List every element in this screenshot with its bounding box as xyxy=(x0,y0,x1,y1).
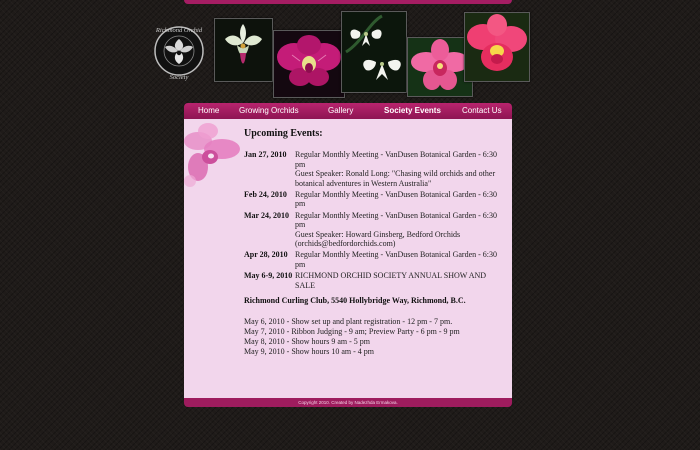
schedule-line: May 9, 2010 - Show hours 10 am - 4 pm xyxy=(244,347,374,356)
main-navigation: Home Growing Orchids Gallery Society Eve… xyxy=(184,103,512,119)
logo-title-lettering: Richmond Orchid xyxy=(155,27,203,34)
event-item: Jan 27, 2010 Regular Monthly Meeting - V… xyxy=(244,150,506,188)
events-list: Jan 27, 2010 Regular Monthly Meeting - V… xyxy=(244,150,506,292)
event-item: Apr 28, 2010 Regular Monthly Meeting - V… xyxy=(244,250,506,269)
schedule-line: May 8, 2010 - Show hours 9 am - 5 pm xyxy=(244,337,370,346)
event-guest-speaker: Guest Speaker: Ronald Long: "Chasing wil… xyxy=(295,169,496,188)
event-description: Regular Monthly Meeting - VanDusen Botan… xyxy=(295,150,498,169)
orchid-photo-white-egret xyxy=(341,11,407,93)
event-description: Regular Monthly Meeting - VanDusen Botan… xyxy=(295,250,498,270)
event-date: Jan 27, 2010 xyxy=(244,150,287,159)
event-description: Regular Monthly Meeting - VanDusen Botan… xyxy=(295,189,498,209)
orchid-photo-magenta xyxy=(273,30,345,98)
nav-contact-us[interactable]: Contact Us xyxy=(462,103,502,119)
event-item: Mar 24, 2010 Regular Monthly Meeting - V… xyxy=(244,211,506,249)
nav-growing-orchids[interactable]: Growing Orchids xyxy=(239,103,299,119)
event-date: May 6-9, 2010 xyxy=(244,271,293,281)
logo-subtitle-lettering: Society xyxy=(170,74,189,81)
top-accent-bar xyxy=(184,0,512,4)
event-date: Feb 24, 2010 xyxy=(244,189,287,199)
footer-copyright: Copyright 2010. Created by Nadezhda Erma… xyxy=(184,398,512,407)
orchid-photo-red-pink xyxy=(464,12,530,82)
nav-society-events[interactable]: Society Events xyxy=(384,103,441,119)
orchid-photo-white xyxy=(214,18,273,82)
nav-gallery[interactable]: Gallery xyxy=(328,103,353,119)
page-heading: Upcoming Events: xyxy=(244,128,323,139)
nav-home[interactable]: Home xyxy=(198,103,219,119)
show-schedule: May 6, 2010 - Show set up and plant regi… xyxy=(244,317,460,357)
orchid-decoration-icon xyxy=(184,123,242,189)
event-description: Regular Monthly Meeting - VanDusen Botan… xyxy=(295,210,498,230)
event-description: RICHMOND ORCHID SOCIETY ANNUAL SHOW AND … xyxy=(295,271,487,290)
schedule-line: May 7, 2010 - Ribbon Judging - 9 am; Pre… xyxy=(244,327,460,336)
event-date: Mar 24, 2010 xyxy=(244,210,289,220)
event-date: Apr 28, 2010 xyxy=(244,250,288,260)
schedule-line: May 6, 2010 - Show set up and plant regi… xyxy=(244,317,453,326)
header-banner: Richmond Orchid Society xyxy=(150,8,530,100)
content-panel: Upcoming Events: Jan 27, 2010 Regular Mo… xyxy=(184,119,512,398)
venue-address: Richmond Curling Club, 5540 Hollybridge … xyxy=(244,296,466,305)
orchid-society-logo[interactable]: Richmond Orchid Society xyxy=(152,20,206,82)
event-item: Feb 24, 2010 Regular Monthly Meeting - V… xyxy=(244,190,506,209)
event-item: May 6-9, 2010 RICHMOND ORCHID SOCIETY AN… xyxy=(244,271,506,290)
event-guest-speaker: Guest Speaker: Howard Ginsberg, Bedford … xyxy=(295,229,461,249)
